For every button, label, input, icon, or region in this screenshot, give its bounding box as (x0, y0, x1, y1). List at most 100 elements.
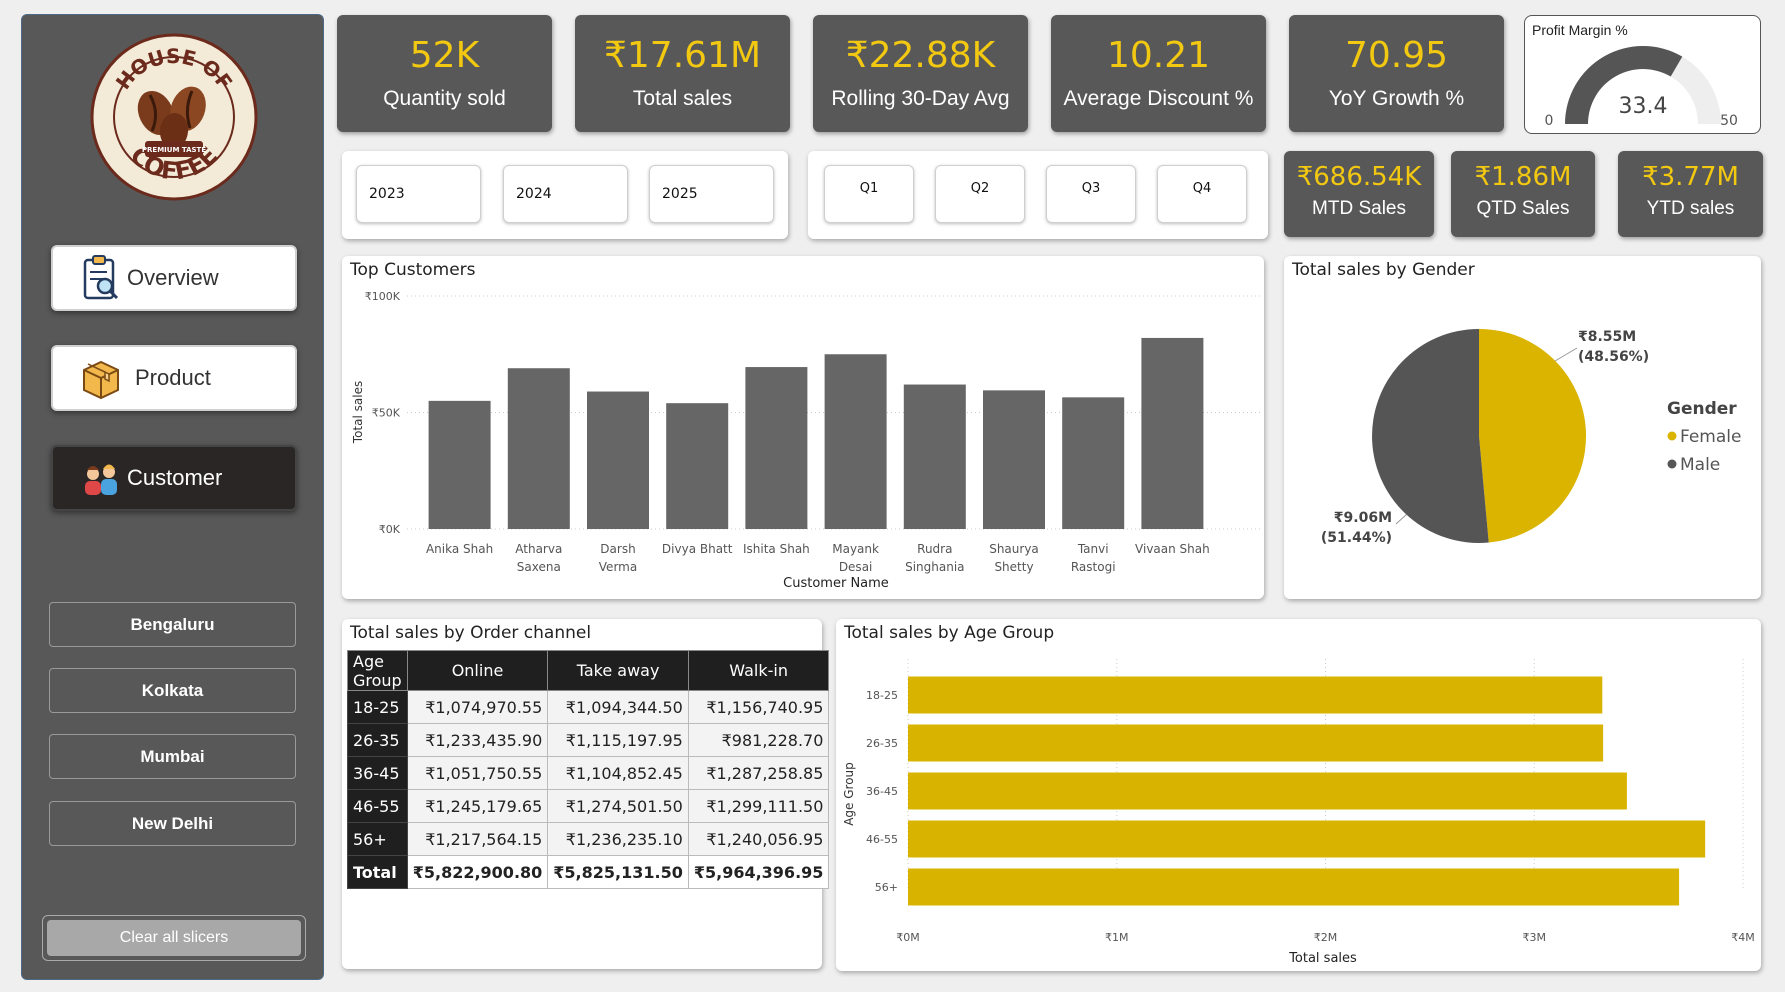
x-tick-label: Atharva Saxena (515, 542, 562, 574)
kpi-value: 70.95 (1344, 35, 1449, 76)
nav-overview-label: Overview (127, 265, 219, 290)
table-row: 18-25 ₹1,074,970.55 ₹1,094,344.50 ₹1,156… (347, 690, 830, 724)
table-cell: ₹1,074,970.55 (406, 690, 549, 724)
kpi-mtd-sales: ₹686.54K MTD Sales (1284, 151, 1434, 237)
profit-margin-gauge-card: Profit Margin % 33.4 0 50 (1524, 15, 1761, 134)
top-customers-chart: Total sales Customer Name ₹0K ₹50K ₹100K An… (351, 290, 1260, 591)
kpi-value: ₹17.61M (603, 35, 762, 76)
kpi-label: MTD Sales (1312, 198, 1406, 219)
y-tick-label: ₹50K (372, 407, 401, 420)
bar[interactable] (903, 384, 966, 529)
bar[interactable] (1141, 337, 1204, 529)
table-cell: ₹1,051,750.55 (406, 756, 549, 790)
order-channel-table-panel: Total sales by Order channel Age Group O… (342, 619, 830, 969)
house-of-coffee-logo: HOUSE OF COFFEE PREMIUM TASTE (90, 33, 258, 201)
clipboard-search-icon (83, 255, 119, 300)
table-cell: ₹5,825,131.50 (547, 855, 689, 889)
kpi-label: YTD sales (1646, 198, 1735, 219)
city-slicer-kolkata[interactable]: Kolkata (49, 668, 296, 713)
x-tick-label: Anika Shah (426, 542, 493, 556)
table-cell: 18-25 (347, 690, 408, 724)
quarter-slicer-q4[interactable]: Q4 (1157, 165, 1247, 223)
nav-customer-button[interactable]: Customer (51, 445, 297, 511)
female-percent-label: (48.56%) (1578, 349, 1649, 365)
bar[interactable] (666, 403, 729, 529)
table-cell: 36-45 (347, 756, 408, 790)
x-tick-label: Divya Bhatt (662, 542, 733, 556)
year-slicer-2024[interactable]: 2024 (503, 165, 628, 223)
quarter-slicer-q1[interactable]: Q1 (824, 165, 914, 223)
kpi-rolling-avg: ₹22.88K Rolling 30-Day Avg (813, 15, 1028, 132)
x-tick-label: Darsh Verma (599, 542, 637, 574)
city-slicer-mumbai[interactable]: Mumbai (49, 734, 296, 779)
legend-female-swatch (1667, 431, 1677, 441)
bar[interactable] (908, 820, 1706, 858)
bar[interactable] (983, 390, 1045, 529)
city-slicer-bengaluru[interactable]: Bengaluru (49, 602, 296, 647)
quarter-slicer-q3[interactable]: Q3 (1046, 165, 1136, 223)
x-tick-label: ₹0M (896, 931, 920, 944)
y-tick-label: 36-45 (866, 785, 898, 798)
table-cell: ₹1,094,344.50 (547, 690, 689, 724)
order-channel-table: Age Group Online Take away Walk-in 18-25… (347, 650, 830, 889)
bar[interactable] (745, 367, 808, 529)
kpi-label: Quantity sold (383, 87, 506, 110)
year-slicer-panel: 2023 2024 2025 (342, 151, 788, 239)
year-slicer-2023[interactable]: 2023 (356, 165, 481, 223)
kpi-label: Rolling 30-Day Avg (831, 87, 1010, 110)
logo-badge-text: PREMIUM TASTE (142, 146, 206, 154)
pie-slice-female[interactable] (1479, 329, 1587, 543)
clear-all-slicers-button[interactable]: Clear all slicers (47, 920, 301, 956)
table-cell: ₹1,217,564.15 (406, 822, 549, 856)
table-total-row: Total ₹5,822,900.80 ₹5,825,131.50 ₹5,964… (347, 855, 830, 889)
bar[interactable] (507, 368, 570, 529)
nav-customer-label: Customer (127, 465, 223, 490)
x-tick-label: Shaurya Shetty (989, 542, 1039, 574)
bar[interactable] (908, 724, 1604, 762)
table-row: 46-55 ₹1,245,179.65 ₹1,274,501.50 ₹1,299… (347, 789, 830, 823)
y-axis-label: Age Group (842, 762, 856, 826)
kpi-label: Average Discount % (1063, 87, 1254, 110)
age-group-chart-panel: Total sales by Age Group Age Group Total… (836, 619, 1761, 971)
y-tick-label: 56+ (875, 881, 898, 894)
table-cell: ₹1,156,740.95 (687, 690, 830, 724)
bar[interactable] (1062, 397, 1125, 529)
legend-title: Gender (1667, 399, 1737, 419)
y-tick-label: ₹100K (365, 290, 401, 303)
kpi-value: ₹3.77M (1642, 162, 1739, 192)
age-group-chart: Age Group Total sales ₹0M ₹1M ₹2M ₹3M ₹4M 18-… (842, 659, 1755, 966)
quarter-slicer-q2[interactable]: Q2 (935, 165, 1025, 223)
table-cell: ₹1,299,111.50 (687, 789, 830, 823)
column-header[interactable]: Age Group (347, 650, 408, 691)
gauge-max: 50 (1720, 113, 1738, 129)
kpi-total-sales: ₹17.61M Total sales (575, 15, 790, 132)
year-slicer-2025[interactable]: 2025 (649, 165, 774, 223)
kpi-ytd-sales: ₹3.77M YTD sales (1618, 151, 1763, 237)
bar[interactable] (908, 772, 1627, 810)
bar[interactable] (908, 868, 1680, 906)
bar[interactable] (428, 400, 491, 529)
column-header[interactable]: Take away (547, 650, 689, 691)
table-cell: ₹1,115,197.95 (547, 723, 689, 757)
column-header[interactable]: Walk-in (687, 650, 830, 691)
female-value-label: ₹8.55M (1578, 329, 1636, 345)
table-row: 36-45 ₹1,051,750.55 ₹1,104,852.45 ₹1,287… (347, 756, 830, 790)
bar[interactable] (908, 676, 1603, 714)
kpi-label: QTD Sales (1476, 198, 1570, 219)
sidebar: HOUSE OF COFFEE PREMIUM TASTE Overview P… (21, 14, 324, 980)
bar[interactable] (587, 391, 649, 529)
customers-group-icon (85, 464, 117, 495)
kpi-value: ₹686.54K (1296, 162, 1422, 192)
table-cell: 46-55 (347, 789, 408, 823)
table-cell: ₹981,228.70 (687, 723, 830, 757)
bar[interactable] (824, 354, 887, 529)
column-header[interactable]: Online (406, 650, 549, 691)
x-tick-label: Tanvi Rastogi (1071, 542, 1116, 574)
table-cell: ₹5,964,396.95 (687, 855, 830, 889)
nav-overview-button[interactable]: Overview (51, 245, 297, 311)
nav-product-button[interactable]: Product (51, 345, 297, 411)
x-tick-label: Ishita Shah (743, 542, 810, 556)
table-header-row: Age Group Online Take away Walk-in (347, 650, 830, 691)
kpi-average-discount: 10.21 Average Discount % (1051, 15, 1266, 132)
city-slicer-new-delhi[interactable]: New Delhi (49, 801, 296, 846)
